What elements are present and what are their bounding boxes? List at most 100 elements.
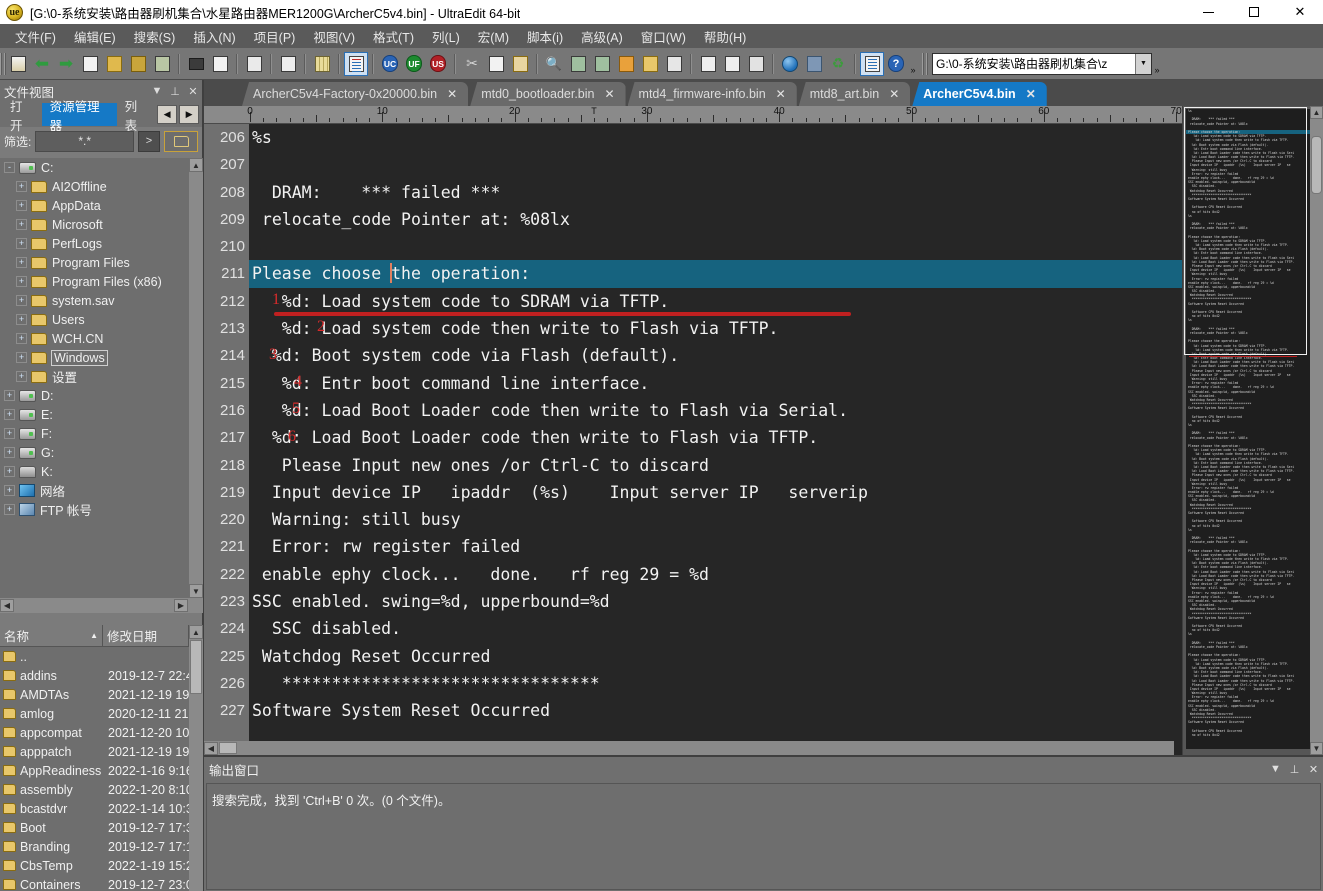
file-list-row[interactable]: addins 2019-12-7 22:4 bbox=[0, 666, 203, 685]
screenshot-icon[interactable] bbox=[803, 53, 825, 75]
menu-item-script[interactable]: 脚本(i) bbox=[518, 24, 572, 49]
scroll-left-icon[interactable]: ◀ bbox=[0, 599, 14, 612]
menu-item-format[interactable]: 格式(T) bbox=[364, 24, 423, 49]
tree-node[interactable]: + E: bbox=[0, 405, 203, 424]
toolbar-grip-2[interactable] bbox=[922, 52, 928, 75]
file-list-row[interactable]: apppatch 2021-12-19 19 bbox=[0, 742, 203, 761]
scroll-right-icon[interactable]: ▶ bbox=[174, 599, 188, 612]
code-line[interactable]: Input device IP ipaddr (%s) Input server… bbox=[249, 479, 1323, 506]
tree-node[interactable]: + Windows bbox=[0, 348, 203, 367]
code-line[interactable]: Software System Reset Occurred bbox=[249, 697, 1323, 724]
toolbar-grip[interactable] bbox=[0, 52, 6, 75]
expand-icon[interactable]: + bbox=[16, 181, 27, 192]
tree-node[interactable]: + F: bbox=[0, 424, 203, 443]
file-list[interactable]: 名称 ▲ 修改日期 .. addins 2019-12-7 22:4 AMDTAs 20… bbox=[0, 625, 203, 891]
menu-item-view[interactable]: 视图(V) bbox=[304, 24, 364, 49]
code-line[interactable]: %d: Load Boot Loader code then write to … bbox=[249, 397, 1323, 424]
menu-item-help[interactable]: 帮助(H) bbox=[695, 24, 755, 49]
expand-icon[interactable]: + bbox=[4, 428, 15, 439]
file-list-row[interactable]: AppReadiness 2022-1-16 9:16 bbox=[0, 761, 203, 780]
menu-item-macro[interactable]: 宏(M) bbox=[469, 24, 518, 49]
menu-item-column[interactable]: 列(L) bbox=[423, 24, 469, 49]
tree-node[interactable]: + K: bbox=[0, 462, 203, 481]
find-icon[interactable]: 🔍 bbox=[543, 53, 565, 75]
code-line[interactable]: %s bbox=[249, 124, 1323, 151]
refresh-icon[interactable]: ♻ bbox=[827, 53, 849, 75]
editor-tab[interactable]: ArcherC5v4-Factory-0x20000.bin ✕ bbox=[242, 82, 469, 106]
tab-close-icon[interactable]: ✕ bbox=[447, 87, 457, 101]
cut-icon[interactable]: ✂ bbox=[461, 53, 483, 75]
panel-close-icon[interactable]: ✕ bbox=[184, 85, 202, 98]
file-list-row[interactable]: assembly 2022-1-20 8:10 bbox=[0, 780, 203, 799]
tree-node[interactable]: + AI2Offline bbox=[0, 177, 203, 196]
code-line[interactable]: SSC disabled. bbox=[249, 615, 1323, 642]
tree-node[interactable]: + Users bbox=[0, 310, 203, 329]
forward-arrow-icon[interactable]: ➡ bbox=[55, 53, 77, 75]
bookmark-icon[interactable] bbox=[615, 53, 637, 75]
code-line[interactable] bbox=[249, 151, 1323, 178]
tab-close-icon[interactable]: ✕ bbox=[776, 87, 786, 101]
paste-icon[interactable] bbox=[509, 53, 531, 75]
output-window-body[interactable]: 搜索完成，找到 'Ctrl+B' 0 次。(0 个文件)。 bbox=[206, 783, 1321, 890]
editor-horizontal-scrollbar[interactable]: ◀ bbox=[204, 741, 1174, 755]
compare-icon[interactable] bbox=[697, 53, 719, 75]
copy-window-icon[interactable] bbox=[745, 53, 767, 75]
tree-node[interactable]: + system.sav bbox=[0, 291, 203, 310]
close-button[interactable]: ✕ bbox=[1277, 0, 1323, 24]
expand-icon[interactable]: + bbox=[4, 466, 15, 477]
code-line[interactable] bbox=[249, 233, 1323, 260]
maximize-button[interactable] bbox=[1231, 0, 1277, 24]
menu-item-project[interactable]: 项目(P) bbox=[245, 24, 305, 49]
code-line[interactable]: %d: Entr boot command line interface. bbox=[249, 370, 1323, 397]
tree-node[interactable]: + 设置 bbox=[0, 367, 203, 386]
file-list-row[interactable]: amlog 2020-12-11 21 bbox=[0, 704, 203, 723]
print-icon[interactable] bbox=[185, 53, 207, 75]
tree-node[interactable]: + FTP 帐号 bbox=[0, 500, 203, 519]
code-lines[interactable]: %s DRAM: *** failed *** relocate_code Po… bbox=[249, 124, 1323, 755]
scroll-down-icon[interactable]: ▼ bbox=[189, 584, 203, 598]
code-line[interactable]: Please choose the operation: bbox=[249, 260, 1323, 288]
file-list-row[interactable]: Branding 2019-12-7 17:1 bbox=[0, 837, 203, 856]
save-file-icon[interactable] bbox=[151, 53, 173, 75]
browse-folder-button[interactable] bbox=[164, 130, 198, 152]
help-icon[interactable]: ? bbox=[885, 53, 907, 75]
code-line[interactable]: %d: Load Boot Loader code then write to … bbox=[249, 424, 1323, 451]
code-line[interactable]: Error: rw register failed bbox=[249, 533, 1323, 560]
menu-item-window[interactable]: 窗口(W) bbox=[632, 24, 695, 49]
file-list-scrollbar[interactable]: ▲ bbox=[189, 625, 203, 891]
tree-node[interactable]: - C: bbox=[0, 158, 203, 177]
column-header-date[interactable]: 修改日期 bbox=[103, 625, 189, 646]
tab-list[interactable]: 列表 bbox=[117, 100, 157, 133]
chevron-down-icon[interactable]: ▼ bbox=[1135, 53, 1151, 74]
editor-tab[interactable]: mtd0_bootloader.bin ✕ bbox=[470, 82, 626, 106]
code-line[interactable]: %d: Load system code to SDRAM via TFTP. bbox=[249, 288, 1323, 315]
find-next-icon[interactable] bbox=[567, 53, 589, 75]
menu-item-advanced[interactable]: 高级(A) bbox=[572, 24, 632, 49]
expand-icon[interactable]: + bbox=[16, 371, 27, 382]
uf-icon[interactable]: UF bbox=[403, 53, 425, 75]
menu-item-edit[interactable]: 编辑(E) bbox=[65, 24, 125, 49]
copy-icon[interactable] bbox=[485, 53, 507, 75]
new-file-icon[interactable] bbox=[79, 53, 101, 75]
file-list-row[interactable]: .. bbox=[0, 647, 203, 666]
menu-item-file[interactable]: 文件(F) bbox=[6, 24, 65, 49]
file-list-scroll-up-icon[interactable]: ▲ bbox=[189, 625, 203, 639]
tree-node[interactable]: + 网络 bbox=[0, 481, 203, 500]
back-arrow-icon[interactable]: ⬅ bbox=[31, 53, 53, 75]
list-view-icon[interactable] bbox=[243, 53, 265, 75]
expand-icon[interactable]: + bbox=[4, 447, 15, 458]
tabs-prev-button[interactable]: ◀ bbox=[157, 105, 178, 124]
code-line[interactable]: ******************************** bbox=[249, 670, 1323, 697]
open-file-icon[interactable] bbox=[103, 53, 125, 75]
toolbar-overflow-button[interactable]: » bbox=[908, 53, 918, 75]
editor-scroll-left-icon[interactable]: ◀ bbox=[204, 741, 218, 755]
code-line[interactable]: DRAM: *** failed *** bbox=[249, 179, 1323, 206]
document-map[interactable]: %s DRAM: *** failed *** relocate_code Po… bbox=[1182, 106, 1323, 755]
tree-node[interactable]: + Program Files (x86) bbox=[0, 272, 203, 291]
code-line[interactable]: Watchdog Reset Occurred bbox=[249, 643, 1323, 670]
output-close-icon[interactable]: ✕ bbox=[1304, 763, 1323, 776]
code-line[interactable]: %d: Load system code then write to Flash… bbox=[249, 315, 1323, 342]
tab-close-icon[interactable]: ✕ bbox=[604, 87, 614, 101]
scroll-up-icon[interactable]: ▲ bbox=[189, 158, 203, 172]
code-line[interactable]: Warning: still busy bbox=[249, 506, 1323, 533]
